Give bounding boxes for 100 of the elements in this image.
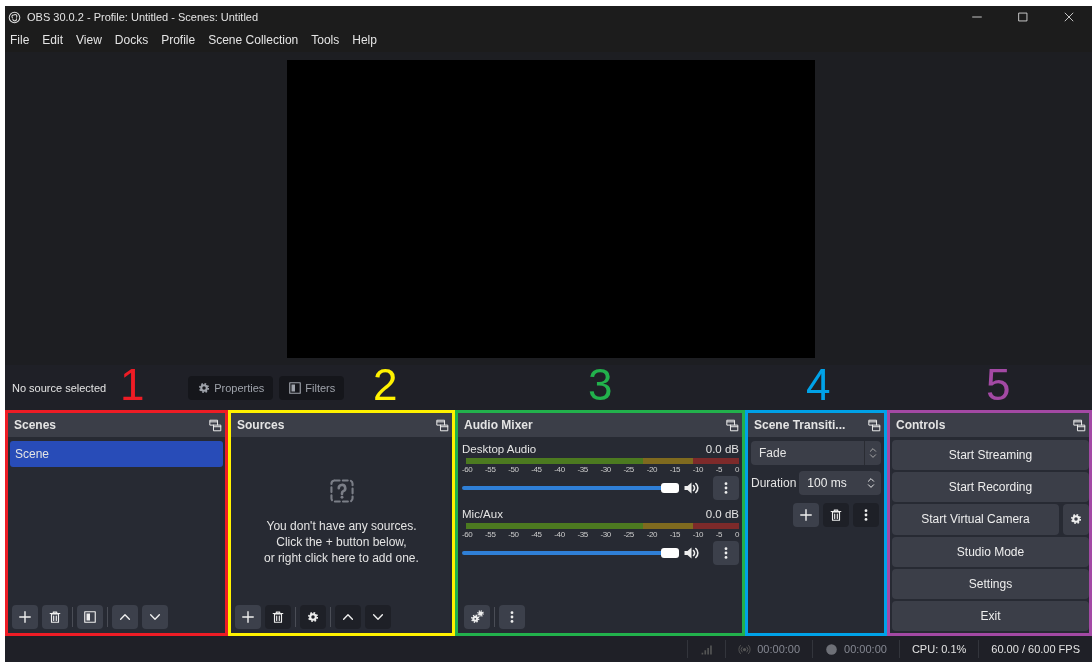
volume-slider[interactable] [462, 483, 679, 493]
status-text: 00:00:00 [757, 643, 801, 655]
remove-button[interactable] [42, 605, 68, 629]
advanced-audio-button[interactable] [464, 605, 490, 629]
annotation-number: 2 [373, 363, 398, 407]
settings-icon [1069, 512, 1083, 527]
control-button[interactable]: Exit [892, 600, 1089, 632]
meter-scale-label: -35 [577, 465, 588, 474]
slider-thumb[interactable] [661, 548, 679, 558]
meter-scale-label: -20 [646, 465, 657, 474]
meter-scale-label: -15 [669, 465, 681, 474]
add-button[interactable] [12, 605, 38, 629]
scene-item[interactable]: Scene [10, 441, 223, 467]
meter-scale-label: -5 [715, 530, 723, 539]
settings-button[interactable] [1063, 504, 1089, 535]
broadcast-icon [738, 642, 752, 656]
signal-bars-icon [700, 642, 714, 656]
undock-icon [436, 418, 449, 432]
meter-scale-label: -25 [623, 465, 634, 474]
filters-button[interactable] [77, 605, 103, 629]
menu-button[interactable] [713, 476, 739, 500]
maximize-icon [1016, 10, 1030, 24]
channel-name: Mic/Aux [462, 508, 503, 520]
add-button[interactable] [235, 605, 261, 629]
filter-icon [83, 610, 97, 624]
menu-item[interactable]: Docks [114, 33, 149, 47]
annotation-number: 5 [986, 363, 1011, 407]
window-title: OBS 30.0.2 - Profile: Untitled - Scenes: Untitled [27, 11, 259, 23]
control-button[interactable]: Studio Mode [892, 536, 1089, 567]
volume-reading: 0.0 dB [705, 443, 739, 455]
panel-title: Scene Transiti... [754, 418, 847, 432]
move-down-button[interactable] [142, 605, 168, 629]
filter-icon [288, 380, 303, 395]
duration-field[interactable]: 100 ms [799, 471, 881, 495]
menu-item[interactable]: Scene Collection [208, 33, 299, 47]
menu-button[interactable] [713, 541, 739, 565]
control-button[interactable]: Settings [892, 568, 1089, 599]
plus-icon [241, 610, 255, 624]
settings-icon [197, 380, 212, 395]
meter-scale-label: -30 [600, 465, 611, 474]
properties-button[interactable]: Properties [188, 375, 274, 400]
meter-scale-label: -40 [554, 530, 565, 539]
volume-slider[interactable] [462, 548, 679, 558]
panel-title: Sources [237, 418, 286, 432]
selection-status: No source selected [12, 381, 107, 394]
transition-dropdown[interactable]: Fade [751, 441, 881, 465]
speaker-icon [683, 545, 699, 561]
menu-item[interactable]: Profile [161, 33, 196, 47]
plus-icon [18, 610, 32, 624]
meter-scale-label: -50 [508, 530, 519, 539]
duration-label: Duration [751, 476, 797, 490]
menu-item[interactable]: File [10, 33, 30, 47]
meter-scale-label: -55 [485, 530, 496, 539]
meter-scale-label: -60 [462, 465, 473, 474]
app-logo-icon [8, 10, 21, 24]
meter-scale-label: 0 [734, 465, 739, 474]
trash-icon [48, 610, 62, 624]
menu-item[interactable]: Edit [42, 33, 64, 47]
annotation-number: 1 [120, 363, 145, 407]
meter-scale-label: -45 [531, 465, 542, 474]
settings-icon [306, 610, 320, 624]
move-up-button[interactable] [112, 605, 138, 629]
meter-scale-label: -55 [485, 465, 496, 474]
meter-scale-label: -15 [669, 530, 681, 539]
gears-icon [470, 610, 484, 624]
question-box-icon [328, 478, 355, 504]
meter-scale-label: -40 [554, 465, 565, 474]
control-button[interactable]: Start Recording [892, 472, 1089, 503]
trash-icon [271, 610, 285, 624]
undock-icon [726, 418, 739, 432]
filters-button[interactable]: Filters [279, 375, 345, 400]
menu-item[interactable]: View [76, 33, 102, 47]
panel-title: Audio Mixer [464, 418, 534, 432]
status-text: CPU: 0.1% [911, 643, 967, 655]
meter-scale-label: 0 [734, 530, 739, 539]
menu-item[interactable]: Tools [311, 33, 340, 47]
meter-scale-label: -25 [623, 530, 634, 539]
meter-scale-label: -35 [577, 530, 588, 539]
empty-message: You don't have any sources. Click the + button below, or right click here to add one. [264, 518, 419, 566]
meter-scale-label: -5 [715, 465, 723, 474]
meter-scale-label: -60 [462, 530, 473, 539]
menu-button[interactable] [499, 605, 525, 629]
add-button[interactable] [793, 503, 819, 527]
circle-icon [825, 642, 839, 656]
plus-icon [799, 508, 813, 522]
control-button[interactable]: Start Streaming [892, 440, 1089, 471]
meter-scale-label: -10 [692, 530, 704, 539]
panel-title: Scenes [14, 418, 58, 432]
menu-item[interactable]: Help [352, 33, 377, 47]
meter-scale-label: -20 [646, 530, 657, 539]
meter-scale-label: -50 [508, 465, 519, 474]
speaker-icon [683, 480, 699, 496]
trash-icon [829, 508, 843, 522]
meter-scale-label: -10 [692, 465, 704, 474]
status-text: 60.00 / 60.00 FPS [991, 643, 1080, 655]
undock-icon [1073, 418, 1086, 432]
meter-scale-label: -45 [531, 530, 542, 539]
control-button[interactable]: Start Virtual Camera [892, 504, 1059, 535]
volume-reading: 0.0 dB [705, 508, 739, 520]
slider-thumb[interactable] [661, 483, 679, 493]
